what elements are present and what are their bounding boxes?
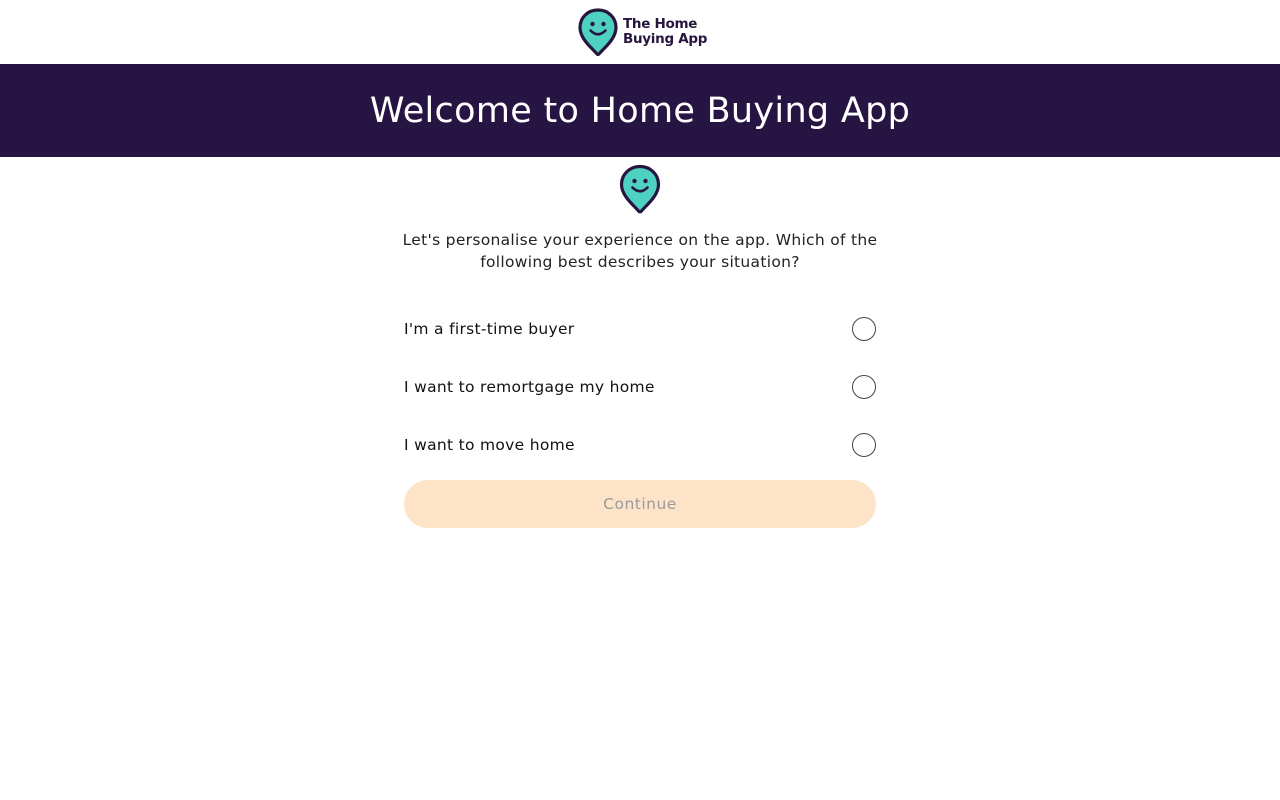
option-move-home[interactable]: I want to move home xyxy=(404,416,876,474)
situation-options: I'm a first-time buyer I want to remortg… xyxy=(404,300,876,474)
brand-line-1: The Home xyxy=(623,16,698,32)
option-label: I want to remortgage my home xyxy=(404,378,655,396)
option-label: I'm a first-time buyer xyxy=(404,320,575,338)
welcome-banner: Welcome to Home Buying App xyxy=(0,64,1280,157)
page-title: Welcome to Home Buying App xyxy=(369,90,911,131)
brand-line-2: Buying App xyxy=(623,31,708,47)
intro-text: Let's personalise your experience on the… xyxy=(402,231,878,271)
option-label: I want to move home xyxy=(404,436,575,454)
smiley-pin-icon xyxy=(578,8,618,56)
top-bar: The Home Buying App xyxy=(0,0,1280,64)
radio-move-home[interactable] xyxy=(852,433,876,457)
brand-name: The Home Buying App xyxy=(623,17,707,47)
option-remortgage[interactable]: I want to remortgage my home xyxy=(404,358,876,416)
option-first-time-buyer[interactable]: I'm a first-time buyer xyxy=(404,300,876,358)
brand-logo[interactable]: The Home Buying App xyxy=(578,8,707,56)
continue-button[interactable]: Continue xyxy=(404,480,876,528)
radio-first-time-buyer[interactable] xyxy=(852,317,876,341)
radio-remortgage[interactable] xyxy=(852,375,876,399)
smiley-pin-icon xyxy=(619,164,661,214)
